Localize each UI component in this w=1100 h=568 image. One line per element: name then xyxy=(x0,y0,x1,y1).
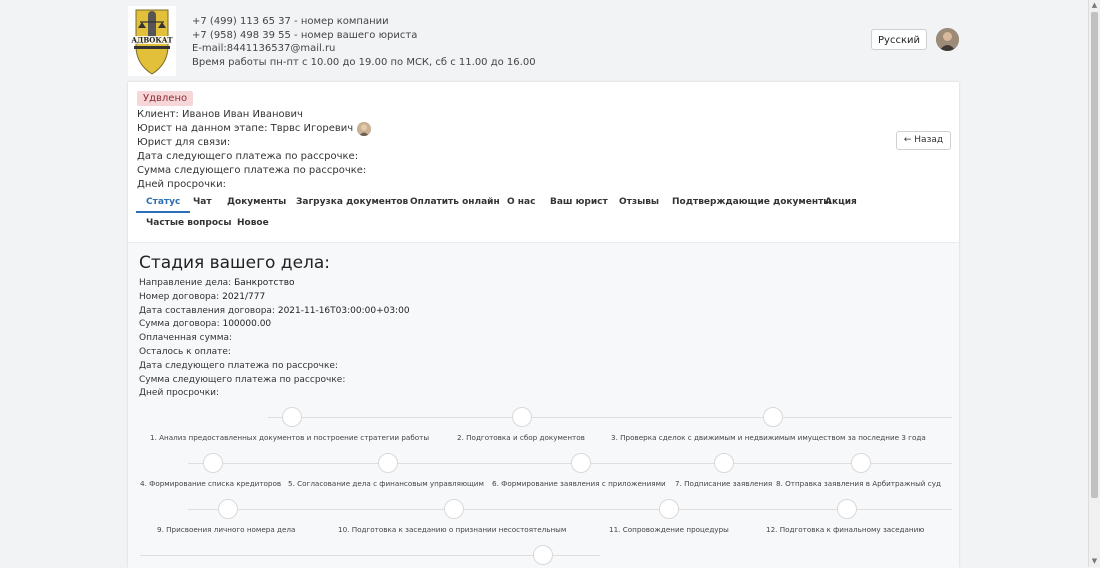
tab-5[interactable]: Оплатить онлайн xyxy=(410,192,500,213)
timeline-step-marker xyxy=(837,499,857,519)
back-button[interactable]: ← Назад xyxy=(896,131,951,150)
scroll-down-icon[interactable]: ▼ xyxy=(1089,556,1100,567)
user-avatar[interactable] xyxy=(936,28,959,51)
lawyer-logo-icon: АДВОКАТ xyxy=(130,9,174,75)
user-photo-icon xyxy=(936,28,959,51)
tab-3[interactable]: Документы xyxy=(227,192,286,213)
tab-6[interactable]: О нас xyxy=(507,192,535,213)
tab-8[interactable]: Отзывы xyxy=(619,192,659,213)
lawyer-avatar xyxy=(357,122,372,136)
site-header: АДВОКАТ +7 (499) 113 65 37 - номер компа… xyxy=(0,0,1088,80)
tab-2[interactable]: Чат xyxy=(193,192,212,213)
scroll-thumb[interactable] xyxy=(1091,12,1098,498)
timeline-step-marker xyxy=(763,407,783,427)
tab-row-primary: Статус Чат Документы Загрузка документов Опл… xyxy=(136,192,951,213)
client-info: Клиент: Иванов Иван Иванович Юрист на да… xyxy=(137,108,372,192)
contact-email[interactable]: E-mail:8441136537@mail.ru xyxy=(192,42,536,56)
timeline-step-label: 8. Отправка заявления в Арбитражный суд xyxy=(776,479,941,488)
timeline-step-label: 2. Подготовка и сбор документов xyxy=(457,433,585,442)
lawyer-phone[interactable]: +7 (958) 498 39 55 - номер вашего юриста xyxy=(192,29,536,43)
timeline-step-marker xyxy=(714,453,734,473)
tab-1[interactable]: Статус xyxy=(136,192,191,213)
company-logo[interactable]: АДВОКАТ xyxy=(128,6,176,76)
svg-text:АДВОКАТ: АДВОКАТ xyxy=(131,36,173,45)
timeline-step-marker xyxy=(218,499,238,519)
timeline-step-label: 10. Подготовка к заседанию о признании н… xyxy=(338,525,567,534)
tab-row-secondary: Частые вопросы Новое xyxy=(136,213,951,234)
timeline-step-label: 12. Подготовка к финальному заседанию xyxy=(766,525,925,534)
case-stage-panel: Стадия вашего дела: Направление дела: Ба… xyxy=(128,242,959,568)
page-scrollbar[interactable]: ▲ ▼ xyxy=(1088,0,1100,567)
overdue-days: Дней просрочки: xyxy=(137,179,226,190)
language-button[interactable]: Русский xyxy=(871,29,927,50)
company-phone[interactable]: +7 (499) 113 65 37 - номер компании xyxy=(192,15,536,29)
tab-12[interactable]: Новое xyxy=(237,213,269,234)
timeline-line xyxy=(188,463,952,464)
timeline-step-marker xyxy=(512,407,532,427)
contact-info: +7 (499) 113 65 37 - номер компании +7 (… xyxy=(192,15,536,70)
timeline-step-marker xyxy=(444,499,464,519)
timeline-line xyxy=(268,417,952,418)
case-card: Удвлено Клиент: Иванов Иван Иванович Юри… xyxy=(128,82,959,568)
working-hours: Время работы пн-пт с 10.00 до 19.00 по М… xyxy=(192,57,536,69)
client-name: Клиент: Иванов Иван Иванович xyxy=(137,109,303,120)
timeline-step-label: 7. Подписание заявления xyxy=(675,479,773,488)
timeline-line xyxy=(140,555,600,556)
contact-lawyer: Юрист для связи: xyxy=(137,137,231,148)
next-payment-date: Дата следующего платежа по рассрочке: xyxy=(137,151,359,162)
timeline-step-marker xyxy=(571,453,591,473)
timeline-step-marker xyxy=(282,407,302,427)
scroll-up-icon[interactable]: ▲ xyxy=(1089,0,1100,11)
timeline-step-label: 11. Сопровождение процедуры xyxy=(609,525,729,534)
status-badge: Удвлено xyxy=(137,91,194,106)
case-timeline: 1. Анализ предоставленных документов и п… xyxy=(128,243,959,568)
timeline-step-label: 3. Проверка сделок с движимым и недвижим… xyxy=(611,433,926,442)
timeline-step-marker xyxy=(533,545,553,565)
timeline-step-label: 1. Анализ предоставленных документов и п… xyxy=(150,433,430,442)
stage-lawyer: Юрист на данном этапе: Тврвс Игоревич xyxy=(137,123,354,134)
lawyer-photo-icon xyxy=(357,122,372,136)
tab-4[interactable]: Загрузка документов xyxy=(296,192,408,213)
tab-9[interactable]: Подтверждающие документы xyxy=(672,192,831,213)
timeline-step-marker xyxy=(659,499,679,519)
timeline-step-label: 9. Присвоения личного номера дела xyxy=(157,525,296,534)
timeline-step-label: 5. Согласование дела с финансовым управл… xyxy=(288,479,484,488)
timeline-step-label: 6. Формирование заявления с приложениями xyxy=(492,479,666,488)
timeline-step-marker xyxy=(378,453,398,473)
next-payment-sum: Сумма следующего платежа по рассрочке: xyxy=(137,165,367,176)
tab-7[interactable]: Ваш юрист xyxy=(550,192,608,213)
timeline-step-label: 4. Формирование списка кредиторов xyxy=(140,479,282,488)
tab-11[interactable]: Частые вопросы xyxy=(146,213,231,234)
case-tabs: Статус Чат Документы Загрузка документов Опл… xyxy=(136,192,951,234)
timeline-step-marker xyxy=(203,453,223,473)
timeline-step-marker xyxy=(851,453,871,473)
stage-lawyer-row: Юрист на данном этапе: Тврвс Игоревич xyxy=(137,122,372,136)
tab-10[interactable]: Акция xyxy=(825,192,857,213)
